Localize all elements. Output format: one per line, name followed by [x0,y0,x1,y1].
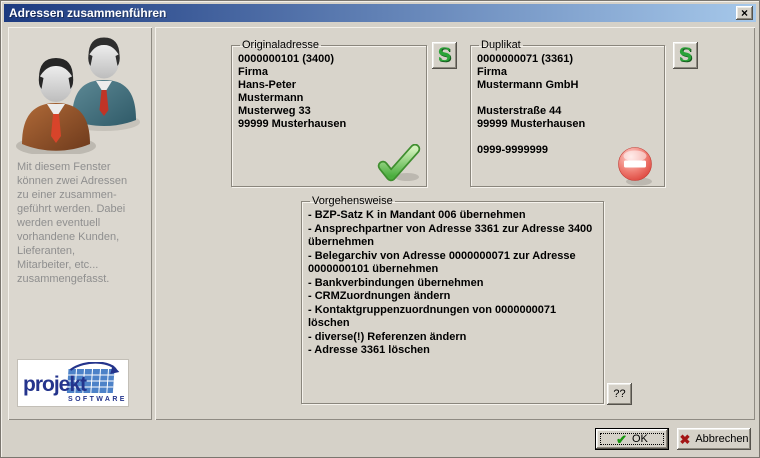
list-item: 0000000101 (3400) [238,53,420,66]
list-item: 0000000071 (3361) [477,53,658,66]
list-item: Musterweg 33 [238,105,420,118]
s-currency-icon: S [438,46,452,65]
list-item: 99999 Musterhausen [238,118,420,131]
ok-button-label: OK [632,433,648,445]
s-button-original[interactable]: S [432,42,457,69]
help-button-label: ?? [613,388,625,400]
list-item: Firma [238,66,420,79]
list-item [477,131,658,144]
main-panel: Originaladresse 0000000101 (3400)FirmaHa… [155,27,755,420]
list-item: Mustermann GmbH [477,79,658,92]
original-address-groupbox: Originaladresse 0000000101 (3400)FirmaHa… [231,39,427,187]
cancel-button-label: Abbrechen [695,433,748,445]
original-address-lines: 0000000101 (3400)FirmaHans-PeterMusterma… [238,53,420,131]
duplicate-address-label: Duplikat [479,39,523,51]
list-item: - diverse(!) Referenzen ändern [308,331,597,345]
close-button[interactable]: × [736,6,753,20]
cancel-x-icon: ✖ [679,433,690,446]
success-check-icon [376,144,422,183]
procedure-steps: - BZP-Satz K in Mandant 006 übernehmen- … [308,209,597,358]
procedure-label: Vorgehensweise [310,195,395,207]
procedure-groupbox: Vorgehensweise - BZP-Satz K in Mandant 0… [301,195,604,404]
list-item [477,92,658,105]
s-button-duplicate[interactable]: S [673,42,698,69]
close-icon: × [741,7,748,19]
logo-software-text: SOFTWARE [68,396,125,403]
cancel-button[interactable]: ✖ Abbrechen [677,428,751,450]
list-item: - Bankverbindungen übernehmen [308,277,597,291]
list-item: Firma [477,66,658,79]
ok-check-icon: ✔ [616,433,627,446]
remove-minus-icon [615,146,658,186]
list-item: Musterstraße 44 [477,105,658,118]
help-button[interactable]: ?? [607,383,632,405]
original-address-label: Originaladresse [240,39,321,51]
duplicate-address-lines: 0000000071 (3361)FirmaMustermann GmbH Mu… [477,53,658,157]
titlebar[interactable]: Adressen zusammenführen × [4,4,756,22]
list-item: Mustermann [238,92,420,105]
logo-projekt-text: projekt [23,373,87,396]
list-item: - BZP-Satz K in Mandant 006 übernehmen [308,209,597,223]
s-currency-icon: S [679,46,693,65]
list-item: - Adresse 3361 löschen [308,344,597,358]
list-item: 99999 Musterhausen [477,118,658,131]
sidebar-panel: Mit diesem Fenster können zwei Adressen … [8,27,152,420]
list-item: - Kontaktgruppenzuordnungen von 00000000… [308,304,597,331]
list-item: - Ansprechpartner von Adresse 3361 zur A… [308,223,597,250]
window-title: Adressen zusammenführen [9,6,166,20]
list-item: - CRMZuordnungen ändern [308,290,597,304]
two-persons-image [14,30,146,154]
ok-button[interactable]: ✔ OK [595,428,669,450]
list-item: Hans-Peter [238,79,420,92]
dialog-window: Adressen zusammenführen × [0,0,760,458]
list-item: - Belegarchiv von Adresse 0000000071 zur… [308,250,597,277]
company-logo: projekt SOFTWARE [17,359,129,407]
duplicate-address-groupbox: Duplikat 0000000071 (3361)FirmaMusterman… [470,39,665,187]
sidebar-description: Mit diesem Fenster können zwei Adressen … [17,160,147,286]
